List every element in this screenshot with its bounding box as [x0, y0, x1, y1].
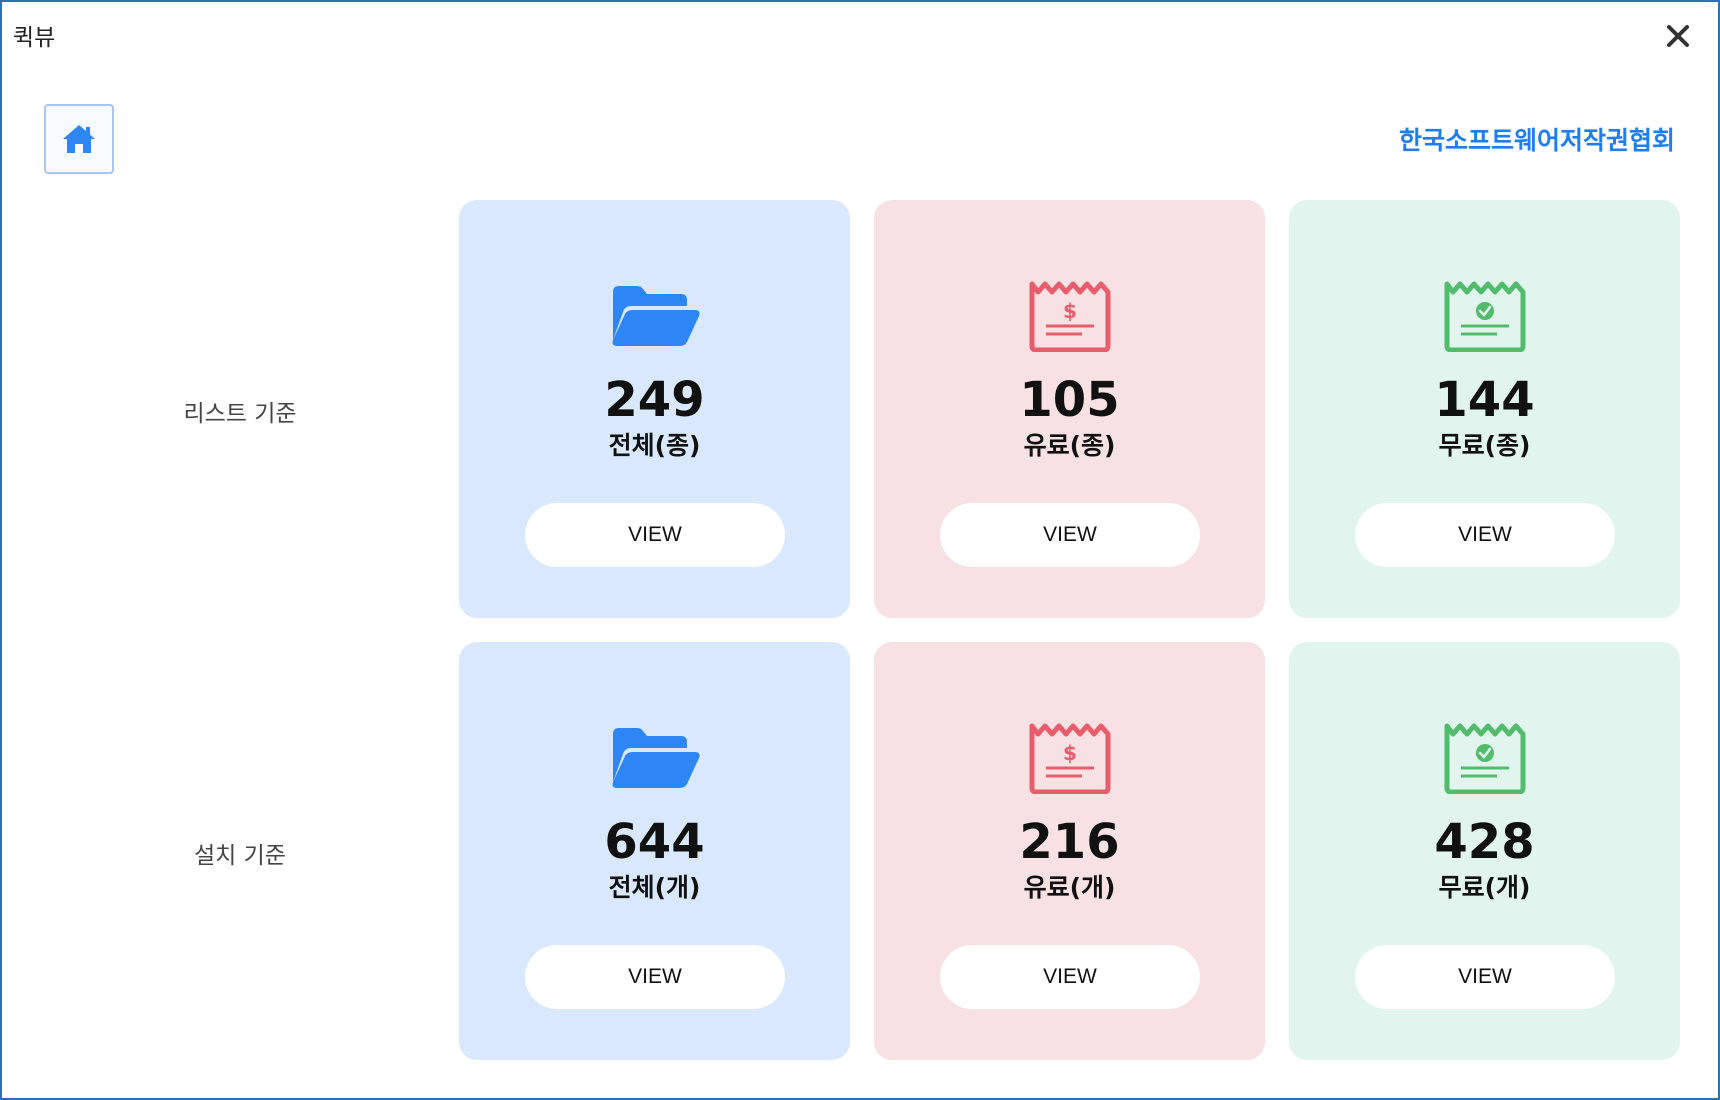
count-value: 105 [1019, 372, 1120, 428]
count-caption: 전체(종) [608, 431, 701, 460]
view-button[interactable]: VIEW [940, 945, 1200, 1009]
paid-receipt-icon: $ [1022, 276, 1118, 356]
svg-text:$: $ [1063, 741, 1077, 765]
row-label-install-based: 설치 기준 [194, 843, 286, 869]
count-value: 144 [1434, 372, 1535, 428]
quick-view-window: 퀵뷰 한국소프트웨어저작권협회 리스트 기준 249 전체(종) VIEW $ [0, 0, 1720, 1100]
close-icon [1667, 25, 1689, 47]
view-button[interactable]: VIEW [940, 503, 1200, 567]
free-receipt-icon [1437, 718, 1533, 798]
count-value: 249 [604, 372, 705, 428]
count-value: 216 [1019, 814, 1120, 870]
card-install-paid: $ 216 유료(개) VIEW [874, 642, 1265, 1060]
row-label-list-based: 리스트 기준 [183, 401, 297, 427]
card-list-total: 249 전체(종) VIEW [459, 200, 850, 618]
count-value: 644 [604, 814, 705, 870]
view-button[interactable]: VIEW [1355, 503, 1615, 567]
paid-receipt-icon: $ [1022, 718, 1118, 798]
count-caption: 무료(종) [1438, 431, 1531, 460]
free-receipt-icon [1437, 276, 1533, 356]
count-value: 428 [1434, 814, 1535, 870]
svg-text:$: $ [1063, 299, 1077, 323]
card-list-paid: $ 105 유료(종) VIEW [874, 200, 1265, 618]
home-button[interactable] [44, 104, 114, 174]
card-install-free: 428 무료(개) VIEW [1289, 642, 1680, 1060]
window-title: 퀵뷰 [13, 25, 56, 51]
view-button[interactable]: VIEW [525, 503, 785, 567]
count-caption: 유료(개) [1023, 873, 1116, 902]
card-install-total: 644 전체(개) VIEW [459, 642, 850, 1060]
count-caption: 무료(개) [1438, 873, 1531, 902]
card-list-free: 144 무료(종) VIEW [1289, 200, 1680, 618]
count-caption: 전체(개) [608, 873, 701, 902]
count-caption: 유료(종) [1023, 431, 1116, 460]
close-button[interactable] [1658, 16, 1698, 56]
organization-link[interactable]: 한국소프트웨어저작권협회 [1399, 121, 1675, 157]
view-button[interactable]: VIEW [525, 945, 785, 1009]
folder-icon [607, 276, 703, 356]
home-icon [63, 125, 95, 153]
view-button[interactable]: VIEW [1355, 945, 1615, 1009]
folder-icon [607, 718, 703, 798]
